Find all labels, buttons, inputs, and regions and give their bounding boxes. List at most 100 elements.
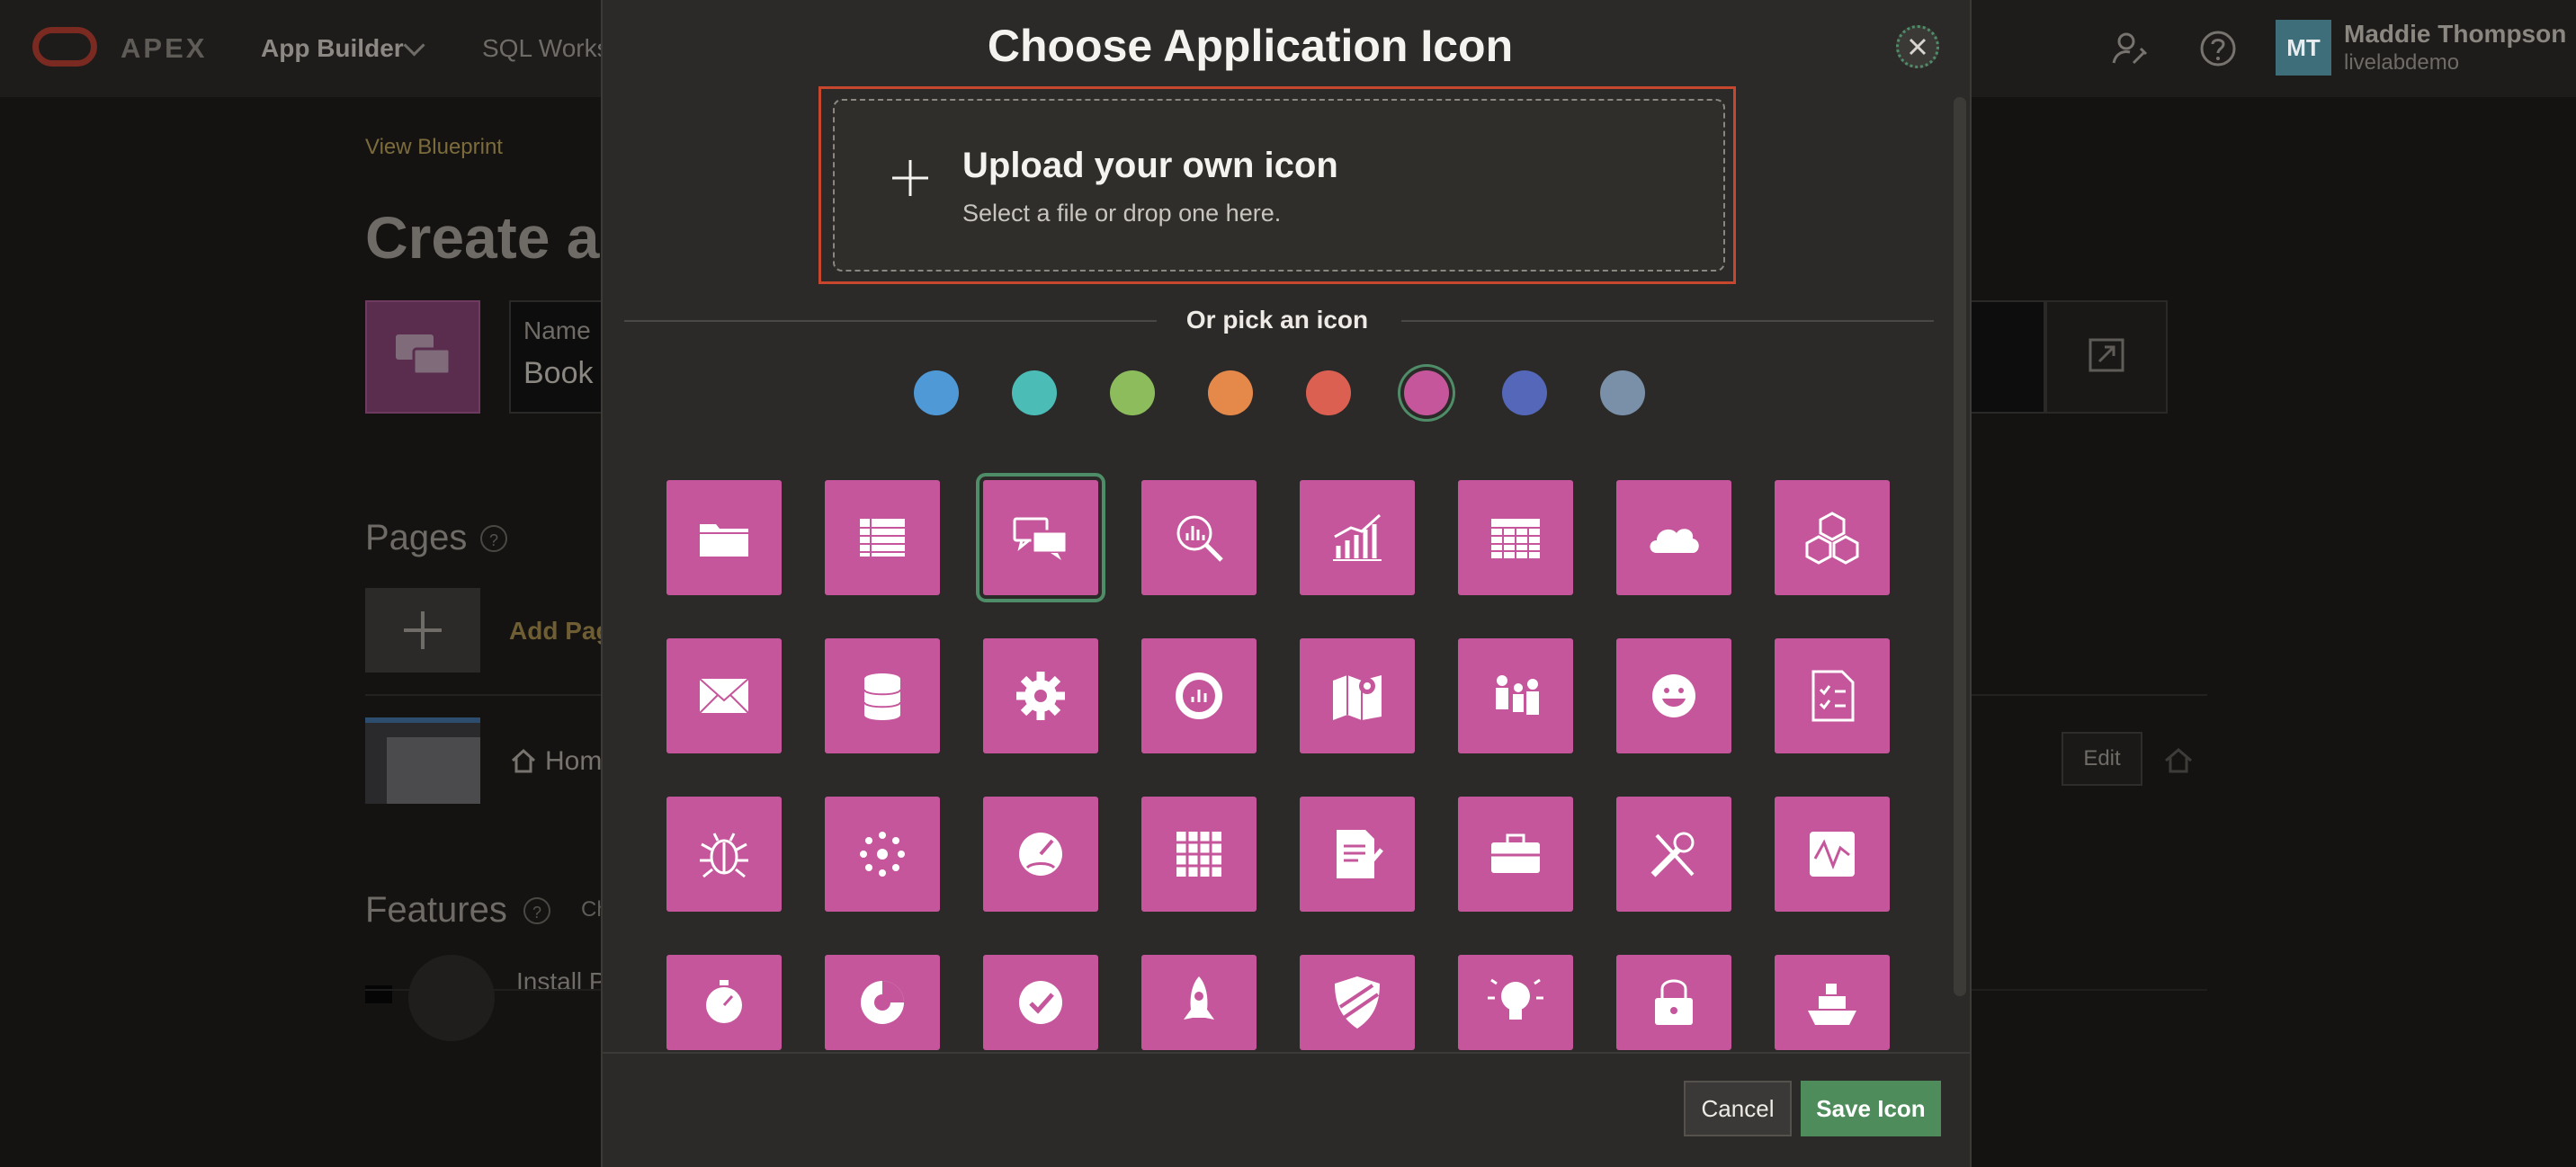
color-swatch-green[interactable] — [1110, 370, 1155, 415]
icon-option-folder[interactable] — [666, 480, 782, 595]
divider — [1401, 320, 1934, 322]
check-circle-icon — [1019, 981, 1062, 1024]
lightbulb-icon — [1488, 978, 1543, 1020]
icon-option-gear[interactable] — [983, 638, 1098, 753]
icon-option-spreadsheet[interactable] — [825, 480, 940, 595]
icon-option-cloud[interactable] — [1616, 480, 1731, 595]
checkbox[interactable] — [365, 985, 392, 1003]
close-icon — [1909, 38, 1927, 56]
plus-icon — [404, 611, 442, 649]
name-label: Name — [523, 316, 591, 344]
database-icon — [863, 673, 901, 720]
view-blueprint-link[interactable]: View Blueprint — [365, 135, 503, 160]
expand-icon — [2089, 338, 2124, 372]
divider — [624, 320, 1157, 322]
icon-option-stopwatch[interactable] — [666, 955, 782, 1050]
icon-option-dots-cluster[interactable] — [825, 797, 940, 912]
stopwatch-icon — [706, 980, 742, 1023]
icon-option-calendar-grid[interactable] — [1458, 480, 1573, 595]
lock-icon — [1655, 979, 1693, 1025]
icon-option-smiley[interactable] — [1616, 638, 1731, 753]
or-pick-label: Or pick an icon — [1185, 306, 1369, 334]
icon-option-chat-bubbles[interactable] — [976, 473, 1105, 602]
features-heading: Features — [365, 890, 507, 930]
folder-icon — [700, 524, 748, 557]
color-swatch-slate[interactable] — [1600, 370, 1645, 415]
icon-option-shield[interactable] — [1300, 955, 1415, 1050]
search-chart-icon — [1176, 515, 1223, 562]
icon-option-tools[interactable] — [1616, 797, 1731, 912]
bug-icon — [700, 833, 748, 878]
apex-brand[interactable]: APEX — [121, 32, 207, 65]
icon-option-gauge[interactable] — [983, 797, 1098, 912]
icon-option-check-circle[interactable] — [983, 955, 1098, 1050]
plus-icon — [892, 160, 928, 196]
grid-cells-icon — [1176, 832, 1221, 877]
edit-button[interactable]: Edit — [2062, 732, 2142, 786]
user-settings-icon[interactable] — [2110, 29, 2150, 68]
add-page-button[interactable] — [365, 588, 480, 673]
color-swatch-blue[interactable] — [914, 370, 959, 415]
color-swatch-orange[interactable] — [1208, 370, 1253, 415]
home-page-label: Hom — [545, 746, 603, 776]
color-swatch-red[interactable] — [1306, 370, 1351, 415]
icon-option-pie-chart[interactable] — [825, 955, 940, 1050]
calendar-grid-icon — [1491, 519, 1540, 558]
pages-heading: Pages — [365, 518, 468, 557]
smiley-icon — [1652, 674, 1695, 717]
icon-option-bug[interactable] — [666, 797, 782, 912]
icon-option-database[interactable] — [825, 638, 940, 753]
icon-option-briefcase[interactable] — [1458, 797, 1573, 912]
help-icon[interactable]: ? — [523, 897, 550, 924]
color-swatch-indigo[interactable] — [1502, 370, 1547, 415]
color-swatch-pink[interactable] — [1404, 370, 1449, 415]
app-name-value: Book — [523, 356, 594, 390]
line-bar-chart-icon — [1333, 513, 1382, 561]
avatar[interactable]: MT — [2276, 20, 2331, 76]
app-icon-preview[interactable] — [365, 300, 480, 414]
oracle-logo-icon[interactable] — [32, 27, 97, 67]
spreadsheet-icon — [860, 519, 905, 557]
checklist-doc-icon — [1811, 670, 1855, 722]
map-pin-icon — [1333, 675, 1382, 720]
rocket-icon — [1184, 976, 1214, 1020]
people-icon — [1496, 675, 1539, 715]
expand-button[interactable] — [2045, 300, 2168, 414]
icon-option-ship[interactable] — [1775, 955, 1890, 1050]
dots-cluster-icon — [860, 832, 905, 877]
icon-option-search-chart[interactable] — [1141, 480, 1257, 595]
icon-option-pulse-line[interactable] — [1775, 797, 1890, 912]
icon-option-edit-document[interactable] — [1300, 797, 1415, 912]
upload-subtitle: Select a file or drop one here. — [962, 200, 1282, 227]
icon-option-map-pin[interactable] — [1300, 638, 1415, 753]
help-icon[interactable]: ? — [480, 525, 507, 552]
ship-icon — [1808, 984, 1856, 1025]
tools-icon — [1650, 832, 1695, 877]
icon-option-cubes[interactable] — [1775, 480, 1890, 595]
install-feature-icon — [408, 955, 495, 1041]
pie-chart-icon — [861, 981, 904, 1024]
icon-option-rocket[interactable] — [1141, 955, 1257, 1050]
icon-option-lock[interactable] — [1616, 955, 1731, 1050]
dialog-title: Choose Application Icon — [987, 21, 1514, 71]
icon-option-grid-cells[interactable] — [1141, 797, 1257, 912]
help-icon[interactable] — [2198, 29, 2238, 68]
add-page-link[interactable]: Add Pag — [509, 617, 612, 646]
icon-option-line-bar-chart[interactable] — [1300, 480, 1415, 595]
color-swatch-teal[interactable] — [1012, 370, 1057, 415]
icon-option-checklist-doc[interactable] — [1775, 638, 1890, 753]
home-icon — [511, 748, 536, 773]
user-name[interactable]: Maddie Thompson — [2344, 20, 2566, 49]
icon-option-people[interactable] — [1458, 638, 1573, 753]
nav-app-builder[interactable]: App Builder — [261, 34, 404, 63]
edit-document-icon — [1337, 830, 1383, 878]
home-icon — [2165, 748, 2192, 773]
icon-option-envelope[interactable] — [666, 638, 782, 753]
icon-option-lightbulb[interactable] — [1458, 955, 1573, 1050]
envelope-icon — [699, 678, 749, 714]
save-icon-button[interactable]: Save Icon — [1801, 1081, 1941, 1136]
icon-option-donut-chart[interactable] — [1141, 638, 1257, 753]
cancel-button[interactable]: Cancel — [1684, 1081, 1792, 1136]
scrollbar[interactable] — [1954, 97, 1966, 996]
close-button[interactable] — [1896, 25, 1939, 68]
